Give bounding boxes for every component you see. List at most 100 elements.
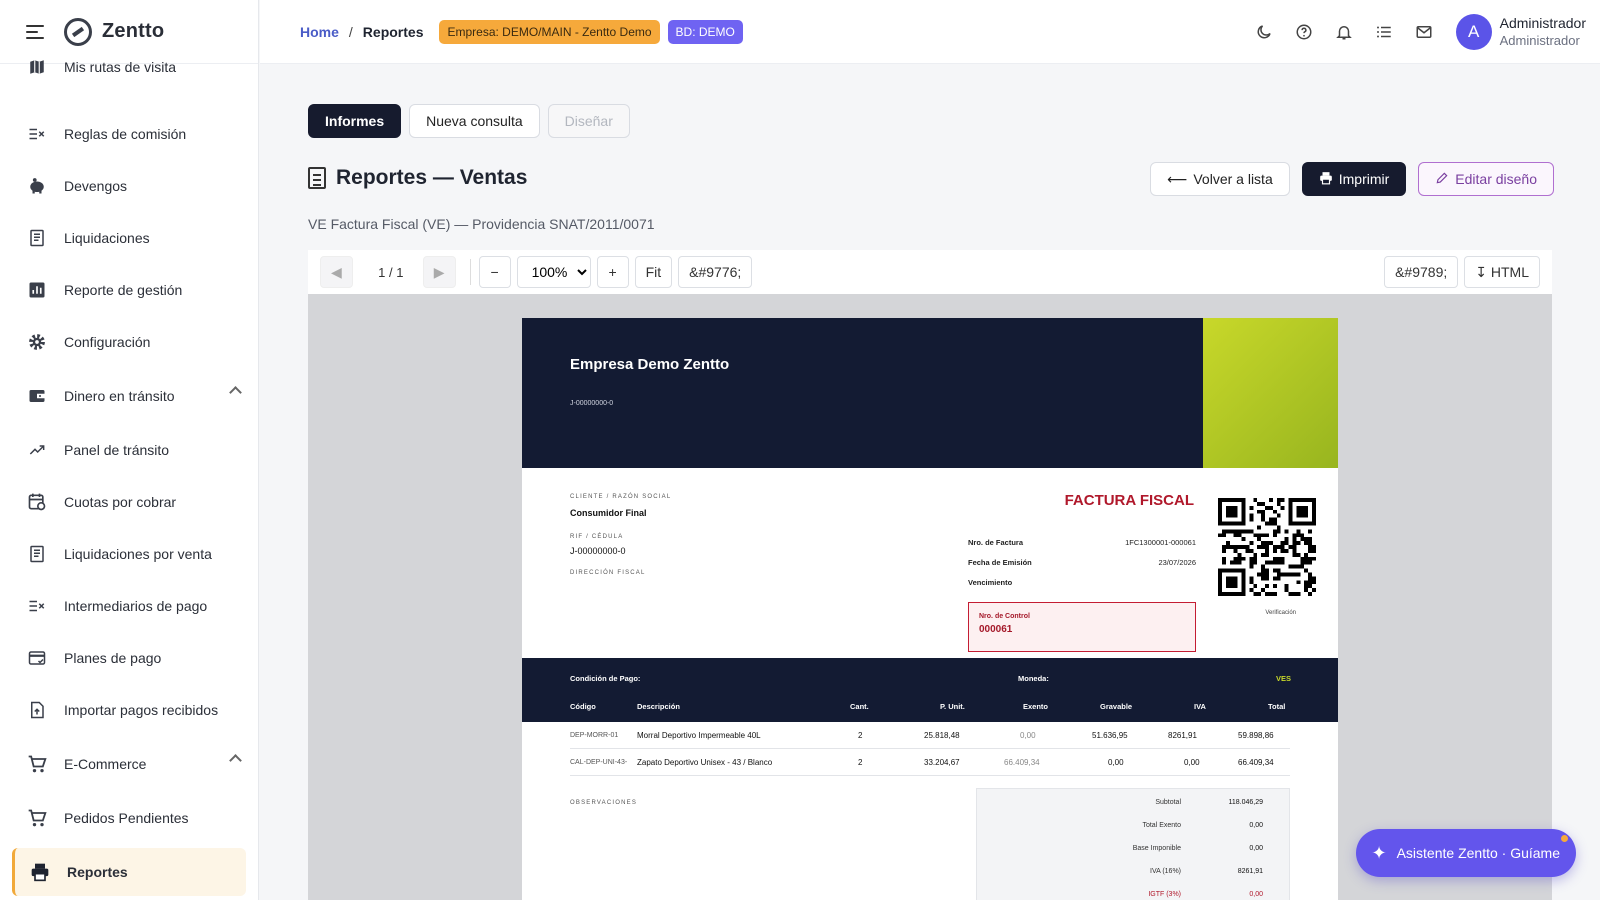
avatar[interactable]: A bbox=[1455, 14, 1492, 50]
mail-icon[interactable] bbox=[1404, 12, 1444, 52]
meta-row: Nro. de Factura 1FC1300001-000061 bbox=[968, 538, 1196, 558]
sidebar-item-label: Mis rutas de visita bbox=[64, 59, 177, 75]
dark-mode-icon[interactable] bbox=[1244, 12, 1284, 52]
sidebar-item-cuotas[interactable]: Cuotas por cobrar bbox=[0, 476, 258, 528]
calendar-refresh-icon bbox=[26, 491, 48, 513]
cell-iva: 8261,91 bbox=[1168, 731, 1197, 740]
totals-row: Subtotal 118.046,29 bbox=[977, 799, 1289, 822]
tab-nueva-consulta[interactable]: Nueva consulta bbox=[409, 104, 540, 138]
cell-code: CAL-DEP-UNI-43- bbox=[570, 759, 628, 766]
export-html-button[interactable]: ↧ HTML bbox=[1464, 256, 1540, 288]
page-indicator: 1 / 1 bbox=[378, 264, 404, 280]
meta-label: Vencimiento bbox=[968, 578, 1013, 587]
observations-label: OBSERVACIONES bbox=[570, 800, 638, 806]
sidebar-item-label: Cuotas por cobrar bbox=[64, 494, 177, 510]
totals-label: IVA (16%) bbox=[1150, 868, 1181, 875]
sidebar-item-planes-pago[interactable]: Planes de pago bbox=[0, 632, 258, 684]
sidebar-item-liquidaciones-venta[interactable]: Liquidaciones por venta bbox=[0, 528, 258, 580]
help-icon[interactable] bbox=[1284, 12, 1324, 52]
tab-disenar[interactable]: Diseñar bbox=[547, 104, 630, 138]
zoom-out-button[interactable]: − bbox=[478, 256, 511, 288]
tab-informes[interactable]: Informes bbox=[308, 104, 402, 138]
rules-icon bbox=[26, 595, 48, 617]
meta-label: Nro. de Factura bbox=[968, 538, 1024, 547]
cell-total: 59.898,86 bbox=[1238, 731, 1274, 740]
fit-button[interactable]: Fit bbox=[634, 256, 673, 288]
assistant-button[interactable]: ✦ Asistente Zentto · Guíame bbox=[1355, 829, 1576, 877]
back-label: Volver a lista bbox=[1193, 171, 1273, 187]
chevron-up-icon[interactable] bbox=[229, 386, 242, 399]
user-block[interactable]: Administrador Administrador bbox=[1500, 15, 1586, 49]
zoom-in-button[interactable]: + bbox=[596, 256, 629, 288]
cell-desc: Zapato Deportivo Unisex - 43 / Blanco bbox=[637, 758, 773, 767]
totals-row: IGTF (3%) 0,00 bbox=[977, 891, 1289, 900]
sidebar-item-importar-pagos[interactable]: Importar pagos recibidos bbox=[0, 684, 258, 736]
company-badge[interactable]: Empresa: DEMO/MAIN - Zentto Demo bbox=[439, 19, 660, 44]
company-rif: J-00000000-0 bbox=[570, 400, 614, 407]
view-mode-button[interactable]: &#9776; bbox=[678, 256, 753, 288]
company-name: Empresa Demo Zentto bbox=[570, 356, 730, 373]
top-actions: A Administrador Administrador bbox=[1244, 0, 1600, 64]
meta-label: Fecha de Emisión bbox=[968, 558, 1032, 567]
prev-page-button[interactable]: ◀ bbox=[320, 256, 353, 288]
zoom-select[interactable]: 50% 75% 100% 125% 150% bbox=[516, 256, 591, 288]
edit-design-button[interactable]: Editar diseño bbox=[1418, 162, 1554, 196]
credit-card-icon bbox=[26, 647, 48, 669]
notification-dot bbox=[1561, 835, 1568, 842]
theme-toggle-button[interactable]: &#9789; bbox=[1384, 256, 1459, 288]
print-button[interactable]: Imprimir bbox=[1301, 162, 1407, 196]
column-header: Cant. bbox=[850, 702, 869, 711]
totals-value: 8261,91 bbox=[1237, 868, 1263, 875]
pencil-icon bbox=[1435, 171, 1449, 188]
sidebar-group-dinero-transito[interactable]: Dinero en tránsito bbox=[0, 368, 258, 424]
document-icon bbox=[308, 167, 326, 189]
sidebar-item-pedidos-pendientes[interactable]: Pedidos Pendientes bbox=[0, 792, 258, 844]
cell-gravable: 0,00 bbox=[1108, 758, 1124, 767]
totals-label: Subtotal bbox=[1155, 799, 1181, 806]
sidebar-item-reporte-gestion[interactable]: Reporte de gestión bbox=[0, 264, 258, 316]
sidebar-item-reportes[interactable]: Reportes bbox=[12, 848, 246, 896]
notifications-bell-icon[interactable] bbox=[1324, 12, 1364, 52]
sidebar-item-rutas[interactable]: Mis rutas de visita bbox=[0, 56, 258, 78]
report-preview[interactable]: Empresa Demo Zentto J-00000000-0 CLIENTE… bbox=[308, 294, 1552, 900]
currency-label: Moneda: bbox=[1018, 674, 1049, 683]
back-to-list-button[interactable]: ⟵ Volver a lista bbox=[1150, 162, 1290, 196]
invoice-header: Empresa Demo Zentto J-00000000-0 bbox=[522, 318, 1338, 468]
sidebar-item-panel-transito[interactable]: Panel de tránsito bbox=[0, 424, 258, 476]
trending-up-icon bbox=[26, 439, 48, 461]
arrow-left-icon: ⟵ bbox=[1167, 170, 1188, 187]
user-name: Administrador bbox=[1499, 15, 1586, 31]
chevron-up-icon[interactable] bbox=[229, 754, 242, 767]
control-value: 000061 bbox=[979, 624, 1013, 635]
page-header: Reportes — Ventas bbox=[308, 166, 527, 190]
sidebar-item-label: Reglas de comisión bbox=[64, 126, 187, 142]
sidebar-item-label: Dinero en tránsito bbox=[64, 388, 175, 404]
sidebar-item-intermediarios[interactable]: Intermediarios de pago bbox=[0, 580, 258, 632]
breadcrumb-home-link[interactable]: Home bbox=[300, 24, 339, 40]
sidebar-group-ecommerce[interactable]: E-Commerce bbox=[0, 736, 258, 792]
totals-value: 0,00 bbox=[1249, 891, 1263, 898]
totals-label: IGTF (3%) bbox=[1148, 891, 1181, 898]
meta-value: 1FC1300001-000061 bbox=[1125, 538, 1196, 547]
totals-row: IVA (16%) 8261,91 bbox=[977, 868, 1289, 891]
currency-value: VES bbox=[1276, 674, 1292, 683]
client-block: CLIENTE / RAZÓN SOCIAL Consumidor Final … bbox=[570, 494, 671, 576]
invoice-meta: Nro. de Factura 1FC1300001-000061 Fecha … bbox=[968, 538, 1196, 598]
viewer-toolbar: ◀ 1 / 1 ▶ − 50% 75% 100% 125% 150% + Fit… bbox=[308, 250, 1552, 294]
invoice-sheet: Empresa Demo Zentto J-00000000-0 CLIENTE… bbox=[522, 318, 1338, 900]
cell-price: 33.204,67 bbox=[924, 758, 960, 767]
sidebar-item-configuracion[interactable]: Configuración bbox=[0, 316, 258, 368]
sidebar-item-reglas[interactable]: Reglas de comisión bbox=[0, 108, 258, 160]
sidebar-item-liquidaciones[interactable]: Liquidaciones bbox=[0, 212, 258, 264]
cell-exento: 0,00 bbox=[1020, 731, 1036, 740]
next-page-button[interactable]: ▶ bbox=[422, 256, 456, 288]
sidebar-item-label: Panel de tránsito bbox=[64, 442, 170, 458]
db-badge[interactable]: BD: DEMO bbox=[667, 19, 743, 44]
menu-icon[interactable] bbox=[26, 24, 44, 39]
brand-name: Zentto bbox=[102, 20, 165, 42]
sidebar: Zentto Mis rutas de visita Reglas de com… bbox=[0, 0, 259, 900]
client-name: Consumidor Final bbox=[570, 508, 647, 518]
task-list-icon[interactable] bbox=[1364, 12, 1404, 52]
column-header: Código bbox=[570, 702, 596, 711]
sidebar-item-devengos[interactable]: Devengos bbox=[0, 160, 258, 212]
